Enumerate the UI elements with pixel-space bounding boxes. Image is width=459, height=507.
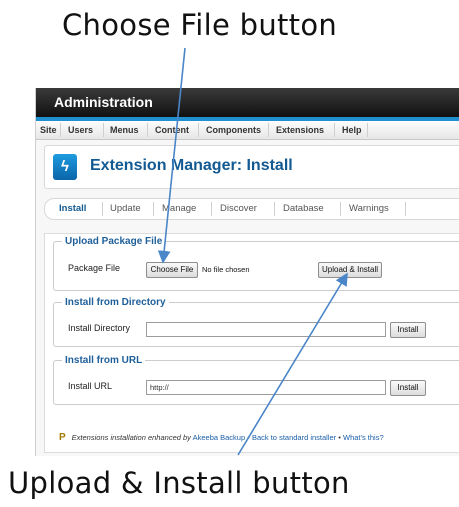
back-to-standard-installer-link[interactable]: Back to standard installer xyxy=(252,433,336,442)
menu-divider xyxy=(334,123,335,137)
main-menu: Site Users Menus Content Components Exte… xyxy=(36,121,459,140)
tab-divider xyxy=(340,202,341,216)
menu-divider xyxy=(268,123,269,137)
tab-update[interactable]: Update xyxy=(110,203,141,214)
menu-item-components[interactable]: Components xyxy=(206,125,261,135)
upload-install-button[interactable]: Upload & Install xyxy=(318,262,382,278)
menu-item-users[interactable]: Users xyxy=(68,125,93,135)
install-panel: Upload Package File Package File Choose … xyxy=(44,233,459,453)
bottom-caption: Upload & Install button xyxy=(8,466,350,500)
tab-discover[interactable]: Discover xyxy=(220,203,257,214)
menu-divider xyxy=(60,123,61,137)
menu-item-extensions[interactable]: Extensions xyxy=(276,125,324,135)
akeeba-backup-link[interactable]: Akeeba Backup xyxy=(193,433,246,442)
footer-separator: • xyxy=(338,433,341,442)
top-caption: Choose File button xyxy=(62,8,338,42)
url-legend: Install from URL xyxy=(65,355,143,366)
tab-bar: Install Update Manage Discover Database … xyxy=(44,198,459,220)
footer-text: Extensions installation enhanced by xyxy=(71,433,191,442)
tab-divider xyxy=(153,202,154,216)
menu-divider xyxy=(198,123,199,137)
install-directory-group: Install from Directory Install Directory… xyxy=(53,297,459,347)
upload-package-group: Upload Package File Package File Choose … xyxy=(53,236,459,291)
whats-this-link[interactable]: What's this? xyxy=(343,433,384,442)
tab-divider xyxy=(102,202,103,216)
menu-item-help[interactable]: Help xyxy=(342,125,362,135)
extension-manager-icon: ϟ xyxy=(53,154,77,180)
page-title: Extension Manager: Install xyxy=(90,157,293,174)
tab-divider xyxy=(274,202,275,216)
install-directory-label: Install Directory xyxy=(68,323,131,333)
installer-footer: P Extensions installation enhanced by Ake… xyxy=(59,432,384,443)
install-url-input[interactable]: http:// xyxy=(146,380,386,395)
tab-manage[interactable]: Manage xyxy=(162,203,196,214)
tab-database[interactable]: Database xyxy=(283,203,324,214)
admin-bar: Administration xyxy=(36,88,459,117)
choose-file-button[interactable]: Choose File xyxy=(146,262,198,278)
install-url-group: Install from URL Install URL http:// Ins… xyxy=(53,355,459,405)
install-directory-input[interactable] xyxy=(146,322,386,337)
directory-legend: Install from Directory xyxy=(65,297,166,308)
menu-divider xyxy=(103,123,104,137)
menu-divider xyxy=(367,123,368,137)
tab-divider xyxy=(211,202,212,216)
menu-divider xyxy=(147,123,148,137)
tab-warnings[interactable]: Warnings xyxy=(349,203,389,214)
menu-item-site[interactable]: Site xyxy=(40,125,57,135)
tab-divider xyxy=(405,202,406,216)
tab-install[interactable]: Install xyxy=(59,203,86,214)
package-file-label: Package File xyxy=(68,263,121,273)
menu-item-content[interactable]: Content xyxy=(155,125,189,135)
install-url-label: Install URL xyxy=(68,381,113,391)
install-url-button[interactable]: Install xyxy=(390,380,426,396)
admin-title: Administration xyxy=(54,94,153,110)
akeeba-icon: P xyxy=(59,432,66,443)
page-header: ϟ Extension Manager: Install xyxy=(44,145,459,189)
no-file-chosen-text: No file chosen xyxy=(202,265,250,274)
install-directory-button[interactable]: Install xyxy=(390,322,426,338)
joomla-screenshot: Administration Site Users Menus Content … xyxy=(35,88,459,456)
menu-item-menus[interactable]: Menus xyxy=(110,125,139,135)
footer-separator: • xyxy=(247,433,250,442)
upload-legend: Upload Package File xyxy=(65,236,163,247)
